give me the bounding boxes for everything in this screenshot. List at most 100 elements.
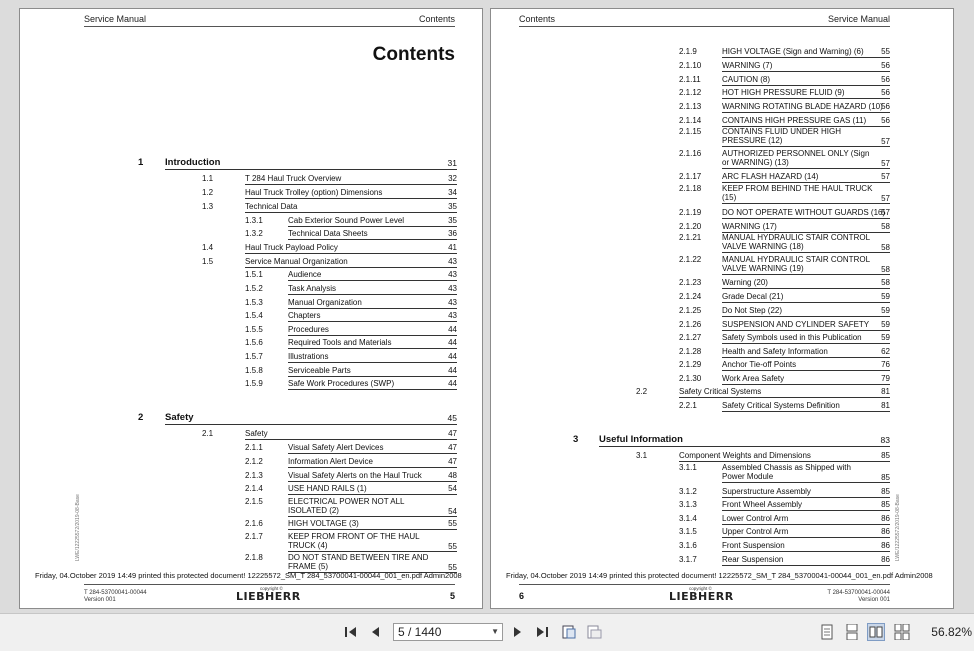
toc-subsection-row[interactable]: 2.2.1 Safety Critical Systems Definition 8… bbox=[679, 400, 890, 412]
toc-subsection-row[interactable]: 1.3.1 Cab Exterior Sound Power Level 35 bbox=[245, 215, 457, 227]
toc-number: 2.1.12 bbox=[679, 88, 702, 97]
toc-subsection-row[interactable]: 1.3.2 Technical Data Sheets 36 bbox=[245, 228, 457, 240]
toc-page: 62 bbox=[881, 347, 890, 356]
toc-subsection-row[interactable]: 2.1.4 USE HAND RAILS (1) 54 bbox=[245, 483, 457, 495]
toc-subsection-row[interactable]: 2.1.27 Safety Symbols used in this Public… bbox=[679, 332, 890, 344]
toc-subsection-row[interactable]: 2.1.17 ARC FLASH HAZARD (14) 57 bbox=[679, 171, 890, 183]
chevron-down-icon[interactable]: ▼ bbox=[491, 624, 499, 640]
toc-subsection-row[interactable]: 2.1.12 HOT HIGH PRESSURE FLUID (9) 56 bbox=[679, 87, 890, 99]
toc-title: CAUTION (8) bbox=[722, 75, 770, 84]
toc-chapter-row[interactable]: 1 Introduction 31 bbox=[138, 157, 457, 170]
toc-subsection-row[interactable]: 2.1.26 SUSPENSION AND CYLINDER SAFETY 59 bbox=[679, 319, 890, 331]
toc-subsection-row[interactable]: 2.1.5 ELECTRICAL POWER NOT ALL ISOLATED (… bbox=[245, 497, 457, 517]
fit-page-icon[interactable] bbox=[560, 623, 578, 641]
toc-subsection-row[interactable]: 2.1.11 CAUTION (8) 56 bbox=[679, 74, 890, 86]
toc-subsection-row[interactable]: 2.1.22 MANUAL HYDRAULIC STAIR CONTROL VAL… bbox=[679, 255, 890, 275]
toc-section-row[interactable]: 1.5 Service Manual Organization 43 bbox=[202, 256, 457, 268]
toc-page: 76 bbox=[881, 360, 890, 369]
toc-page: 58 bbox=[881, 222, 890, 231]
toc-subsection-row[interactable]: 1.5.1 Audience 43 bbox=[245, 269, 457, 281]
toc-title: AUTHORIZED PERSONNEL ONLY (Sign or WARNI… bbox=[722, 149, 870, 167]
toc-title: HIGH VOLTAGE (3) bbox=[288, 519, 359, 528]
toc-section-row[interactable]: 1.1 T 284 Haul Truck Overview 32 bbox=[202, 173, 457, 185]
toc-subsection-row[interactable]: 1.5.3 Manual Organization 43 bbox=[245, 297, 457, 309]
continuous-icon[interactable] bbox=[843, 623, 861, 641]
toc-subsection-row[interactable]: 2.1.16 AUTHORIZED PERSONNEL ONLY (Sign or… bbox=[679, 149, 890, 169]
toc-subsection-row[interactable]: 2.1.7 KEEP FROM FRONT OF THE HAUL TRUCK (… bbox=[245, 532, 457, 552]
toc-subsection-row[interactable]: 3.1.2 Superstructure Assembly 85 bbox=[679, 486, 890, 498]
toc-page: 35 bbox=[448, 202, 457, 211]
toc-subsection-row[interactable]: 2.1.9 HIGH VOLTAGE (Sign and Warning) (6)… bbox=[679, 46, 890, 58]
two-page-icon[interactable] bbox=[867, 623, 885, 641]
toc-subsection-row[interactable]: 2.1.14 CONTAINS HIGH PRESSURE GAS (11) 56 bbox=[679, 115, 890, 127]
toc-subsection-row[interactable]: 2.1.19 DO NOT OPERATE WITHOUT GUARDS (16)… bbox=[679, 207, 890, 219]
toc-page: 41 bbox=[448, 243, 457, 252]
toc-subsection-row[interactable]: 2.1.10 WARNING (7) 56 bbox=[679, 60, 890, 72]
first-page-icon[interactable] bbox=[342, 623, 360, 641]
toc-chapter-row[interactable]: 2 Safety 45 bbox=[138, 412, 457, 425]
side-code: LWE/12225572/2019-08-Base bbox=[895, 494, 901, 561]
toc-title: Safety Symbols used in this Publication bbox=[722, 333, 862, 342]
toc-subsection-row[interactable]: 2.1.15 CONTAINS FLUID UNDER HIGH PRESSURE… bbox=[679, 127, 890, 147]
toc-number: 2.1.23 bbox=[679, 278, 702, 287]
toc-section-row[interactable]: 1.4 Haul Truck Payload Policy 41 bbox=[202, 242, 457, 254]
zoom-level[interactable]: 56.82% bbox=[931, 625, 972, 639]
toc-subsection-row[interactable]: 2.1.18 KEEP FROM BEHIND THE HAUL TRUCK (1… bbox=[679, 184, 890, 204]
toc-subsection-row[interactable]: 2.1.24 Grade Decal (21) 59 bbox=[679, 291, 890, 303]
toc-subsection-row[interactable]: 1.5.8 Serviceable Parts 44 bbox=[245, 365, 457, 377]
toc-subsection-row[interactable]: 2.1.1 Visual Safety Alert Devices 47 bbox=[245, 442, 457, 454]
toc-subsection-row[interactable]: 2.1.29 Anchor Tie-off Points 76 bbox=[679, 359, 890, 371]
page-number: 6 bbox=[519, 591, 525, 601]
toc-page: 86 bbox=[881, 527, 890, 536]
toc-subsection-row[interactable]: 2.1.20 WARNING (17) 58 bbox=[679, 221, 890, 233]
toc-subsection-row[interactable]: 3.1.1 Assembled Chassis as Shipped with P… bbox=[679, 463, 890, 483]
toc-number: 2.1.27 bbox=[679, 333, 702, 342]
footer-version: Version 001 bbox=[84, 597, 116, 603]
toc-subsection-row[interactable]: 1.5.4 Chapters 43 bbox=[245, 310, 457, 322]
toc-section-row[interactable]: 3.1 Component Weights and Dimensions 85 bbox=[636, 450, 890, 462]
toc-subsection-row[interactable]: 2.1.25 Do Not Step (22) 59 bbox=[679, 305, 890, 317]
next-page-icon[interactable] bbox=[509, 623, 527, 641]
toc-subsection-row[interactable]: 3.1.3 Front Wheel Assembly 85 bbox=[679, 499, 890, 511]
toc-title: Illustrations bbox=[288, 352, 329, 361]
toc-page: 55 bbox=[881, 47, 890, 56]
two-page-continuous-icon[interactable] bbox=[893, 623, 911, 641]
page-number-input[interactable]: 5 / 1440 ▼ bbox=[393, 623, 503, 641]
toc-subsection-row[interactable]: 3.1.7 Rear Suspension 86 bbox=[679, 554, 890, 566]
toc-section-row[interactable]: 2.1 Safety 47 bbox=[202, 428, 457, 440]
toc-subsection-row[interactable]: 2.1.23 Warning (20) 58 bbox=[679, 277, 890, 289]
fit-width-icon[interactable] bbox=[585, 623, 603, 641]
toc-title: Chapters bbox=[288, 311, 321, 320]
toc-subsection-row[interactable]: 2.1.30 Work Area Safety 79 bbox=[679, 373, 890, 385]
single-page-icon[interactable] bbox=[818, 623, 836, 641]
toc-page: 58 bbox=[881, 278, 890, 287]
toc-subsection-row[interactable]: 2.1.21 MANUAL HYDRAULIC STAIR CONTROL VAL… bbox=[679, 233, 890, 253]
toc-section-row[interactable]: 1.2 Haul Truck Trolley (option) Dimension… bbox=[202, 187, 457, 199]
toc-subsection-row[interactable]: 3.1.6 Front Suspension 86 bbox=[679, 540, 890, 552]
toc-subsection-row[interactable]: 2.1.28 Health and Safety Information 62 bbox=[679, 346, 890, 358]
toc-subsection-row[interactable]: 3.1.4 Lower Control Arm 86 bbox=[679, 513, 890, 525]
toc-subsection-row[interactable]: 2.1.3 Visual Safety Alerts on the Haul Tr… bbox=[245, 470, 457, 482]
toc-section-row[interactable]: 1.3 Technical Data 35 bbox=[202, 201, 457, 213]
toc-section-row[interactable]: 2.2 Safety Critical Systems 81 bbox=[636, 386, 890, 398]
toc-subsection-row[interactable]: 1.5.6 Required Tools and Materials 44 bbox=[245, 337, 457, 349]
last-page-icon[interactable] bbox=[533, 623, 551, 641]
toc-title: WARNING (17) bbox=[722, 222, 777, 231]
pdf-toolbar: 5 / 1440 ▼ 56.82% bbox=[0, 613, 974, 651]
toc-subsection-row[interactable]: 1.5.9 Safe Work Procedures (SWP) 44 bbox=[245, 378, 457, 390]
toc-title: ARC FLASH HAZARD (14) bbox=[722, 172, 819, 181]
toc-subsection-row[interactable]: 2.1.6 HIGH VOLTAGE (3) 55 bbox=[245, 518, 457, 530]
toc-number: 1.5.8 bbox=[245, 366, 263, 375]
toc-page: 56 bbox=[881, 116, 890, 125]
toc-title: Upper Control Arm bbox=[722, 527, 789, 536]
previous-page-icon[interactable] bbox=[366, 623, 384, 641]
toc-subsection-row[interactable]: 3.1.5 Upper Control Arm 86 bbox=[679, 526, 890, 538]
toc-subsection-row[interactable]: 1.5.5 Procedures 44 bbox=[245, 324, 457, 336]
toc-subsection-row[interactable]: 1.5.2 Task Analysis 43 bbox=[245, 283, 457, 295]
toc-subsection-row[interactable]: 2.1.13 WARNING ROTATING BLADE HAZARD (10)… bbox=[679, 101, 890, 113]
toc-subsection-row[interactable]: 2.1.8 DO NOT STAND BETWEEN TIRE AND FRAME… bbox=[245, 553, 457, 573]
toc-subsection-row[interactable]: 2.1.2 Information Alert Device 47 bbox=[245, 456, 457, 468]
toc-subsection-row[interactable]: 1.5.7 Illustrations 44 bbox=[245, 351, 457, 363]
header-rule bbox=[519, 26, 890, 27]
toc-chapter-row[interactable]: 3 Useful Information 83 bbox=[573, 434, 890, 447]
